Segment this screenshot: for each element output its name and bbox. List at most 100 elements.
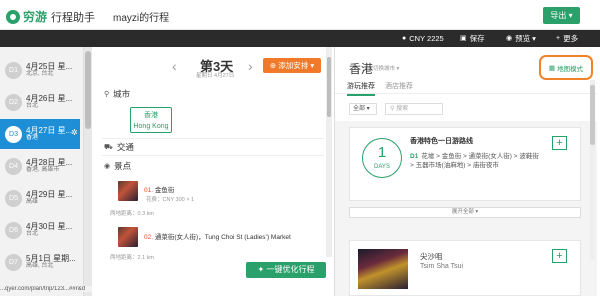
sidebar-day-4[interactable]: D4 4月28日 星... 香港, 高雄市: [0, 151, 80, 181]
section-transport-label: 交通: [116, 142, 134, 152]
spot-name[interactable]: 01. 金鱼街: [144, 184, 174, 194]
trip-title[interactable]: mayzi的行程: [113, 9, 169, 24]
right-scrollbar[interactable]: [590, 80, 595, 260]
scrollbar-thumb[interactable]: [85, 51, 91, 129]
day-date: 4月26日 星...: [26, 93, 73, 103]
section-transport: ⛟ 交通: [104, 141, 134, 153]
more-label: 更多: [563, 34, 579, 43]
logo[interactable]: 穷游 行程助手: [6, 8, 95, 25]
plus-icon: +: [556, 35, 561, 42]
city-tag-cn: 香港: [144, 112, 158, 119]
day-number: D1: [5, 61, 22, 79]
optimize-itinerary-button[interactable]: ✦ 一键优化行程: [246, 262, 326, 278]
day-city: 北京, 台北: [26, 71, 54, 78]
save-label: 保存: [469, 34, 485, 43]
add-route-button[interactable]: +: [552, 136, 567, 150]
preview-button[interactable]: ◉ 预览 ▾: [506, 30, 536, 47]
sidebar-day-7[interactable]: D7 5月1日 星期... 高雄, 台北: [0, 247, 80, 277]
spot-name-en: Tsim Sha Tsui: [420, 263, 464, 270]
middle-scrollbar[interactable]: [326, 47, 332, 257]
filter-select[interactable]: 全部 ▾: [349, 103, 377, 115]
scrollbar-thumb[interactable]: [590, 85, 595, 145]
sidebar-day-3[interactable]: D3 4月27日 星... 香港 ✲: [0, 119, 80, 149]
switch-city-link[interactable]: 切换城市 ▾: [373, 64, 399, 72]
day-city: 香港, 高雄市: [26, 167, 60, 174]
expand-all-button[interactable]: 展开全部 ▾: [349, 207, 581, 218]
route-title: 香港特色一日游路线: [410, 138, 473, 145]
currency-label: CNY 2225: [409, 34, 444, 43]
section-spots-label: 景点: [114, 161, 132, 171]
day-sidebar: D1 4月25日 星... 北京, 台北 D2 4月26日 星... 台北 D3 4…: [0, 47, 84, 296]
eye-icon: ◉: [104, 163, 111, 170]
route-stops: D1 花墟 > 金鱼街 > 通菜街(女人街) > 波鞋街 > 玉器市场(油麻地) …: [410, 152, 540, 170]
day-date: 5月1日 星期...: [26, 253, 76, 263]
spot-distance: 两地距离：0.3 km: [110, 211, 155, 217]
car-icon: ⛟: [104, 143, 113, 151]
day-date: 4月28日 星...: [26, 157, 73, 167]
sidebar-day-5[interactable]: D5 4月29日 星... 高雄: [0, 183, 80, 213]
day-date: 4月25日 星...: [26, 61, 73, 71]
route-card[interactable]: 1 DAYS 香港特色一日游路线 D1 花墟 > 金鱼街 > 通菜街(女人街) >…: [349, 127, 581, 201]
chevron-down-icon: ▾: [568, 11, 573, 20]
currency-button[interactable]: ● CNY 2225: [402, 30, 444, 47]
city-tag[interactable]: 香港 Hong Kong: [130, 107, 172, 133]
scrollbar-thumb[interactable]: [327, 57, 331, 117]
wand-icon: ✦: [257, 265, 265, 274]
day-city: 香港: [26, 135, 39, 142]
day-subtitle: 星期日 4月27日: [196, 73, 235, 79]
more-button[interactable]: + 更多: [556, 30, 578, 47]
day-city: 台北: [26, 103, 39, 110]
chevron-down-icon: ▾: [532, 34, 536, 43]
divider: [102, 138, 324, 139]
sidebar-day-2[interactable]: D2 4月26日 星... 台北: [0, 87, 80, 117]
app-subtitle: 行程助手: [51, 11, 96, 24]
preview-label: 预览: [515, 34, 531, 43]
days-badge: 1 DAYS: [362, 138, 402, 178]
day-city: 高雄, 台北: [26, 263, 54, 270]
sidebar-scrollbar[interactable]: [84, 47, 92, 296]
save-button[interactable]: ▣ 保存: [460, 30, 485, 47]
spot-number: 01.: [144, 187, 154, 194]
search-input[interactable]: ⚲ 搜索: [385, 103, 443, 115]
spot-thumbnail[interactable]: [118, 181, 138, 201]
sidebar-day-6[interactable]: D6 4月30日 星... 台北: [0, 215, 80, 245]
location-pin-icon: ⚲: [104, 91, 110, 98]
spot-name[interactable]: 02. 通菜街(女人街)，Tung Choi St (Ladies’) Mark…: [144, 231, 291, 241]
section-city-label: 城市: [113, 89, 131, 99]
day-date: 4月27日 星...: [26, 125, 73, 135]
divider: [335, 93, 597, 94]
prev-day-icon[interactable]: ‹: [172, 58, 177, 74]
export-button[interactable]: 导出 ▾: [543, 7, 580, 24]
sidebar-day-1[interactable]: D1 4月25日 星... 北京, 台北: [0, 55, 80, 85]
next-day-icon[interactable]: ›: [248, 58, 253, 74]
export-label: 导出: [550, 11, 567, 20]
spot-photo: [358, 249, 408, 289]
add-spot-button[interactable]: +: [552, 249, 567, 263]
map-mode-button[interactable]: ▦ 地图模式: [539, 55, 593, 80]
city-tag-en: Hong Kong: [133, 123, 169, 130]
add-arrangement-label: 添加安排: [278, 61, 309, 70]
route-stops-text: 花墟 > 金鱼街 > 通菜街(女人街) > 波鞋街 > 玉器市场(油麻地) > …: [410, 153, 539, 169]
spot-cost: 花费：CNY 300 × 1: [146, 197, 195, 203]
add-arrangement-button[interactable]: ⊕ 添加安排 ▾: [263, 58, 321, 73]
days-label: DAYS: [374, 164, 390, 170]
optimize-label: 一键优化行程: [266, 265, 315, 274]
spot-title: 金鱼街: [154, 187, 175, 194]
day-city: 高雄: [26, 199, 39, 206]
search-placeholder: 搜索: [396, 106, 409, 112]
days-count: 1: [377, 144, 387, 161]
map-mode-label: 地图模式: [557, 65, 584, 73]
search-icon: ⚲: [390, 106, 395, 112]
divider: [102, 155, 324, 156]
city-title: 香港: [349, 62, 374, 76]
spot-card[interactable]: 尖沙咀 Tsim Sha Tsui +: [349, 240, 581, 296]
top-bar: 穷游 行程助手 mayzi的行程 导出 ▾: [0, 0, 600, 30]
day-city: 台北: [26, 231, 39, 238]
gear-icon[interactable]: ✲: [71, 128, 78, 137]
map-icon: ▦: [548, 64, 556, 72]
spot-distance: 两地距离：2.1 km: [110, 255, 155, 261]
spot-title: 通菜街(女人街)，Tung Choi St (Ladies’) Market: [154, 234, 291, 241]
route-day: D1: [410, 153, 419, 160]
spot-thumbnail[interactable]: [118, 227, 138, 247]
city-recommend-panel: 香港 切换城市 ▾ ▦ 地图模式 游玩推荐 酒店推荐 全部 ▾ ⚲ 搜索 1 DA…: [334, 47, 600, 296]
